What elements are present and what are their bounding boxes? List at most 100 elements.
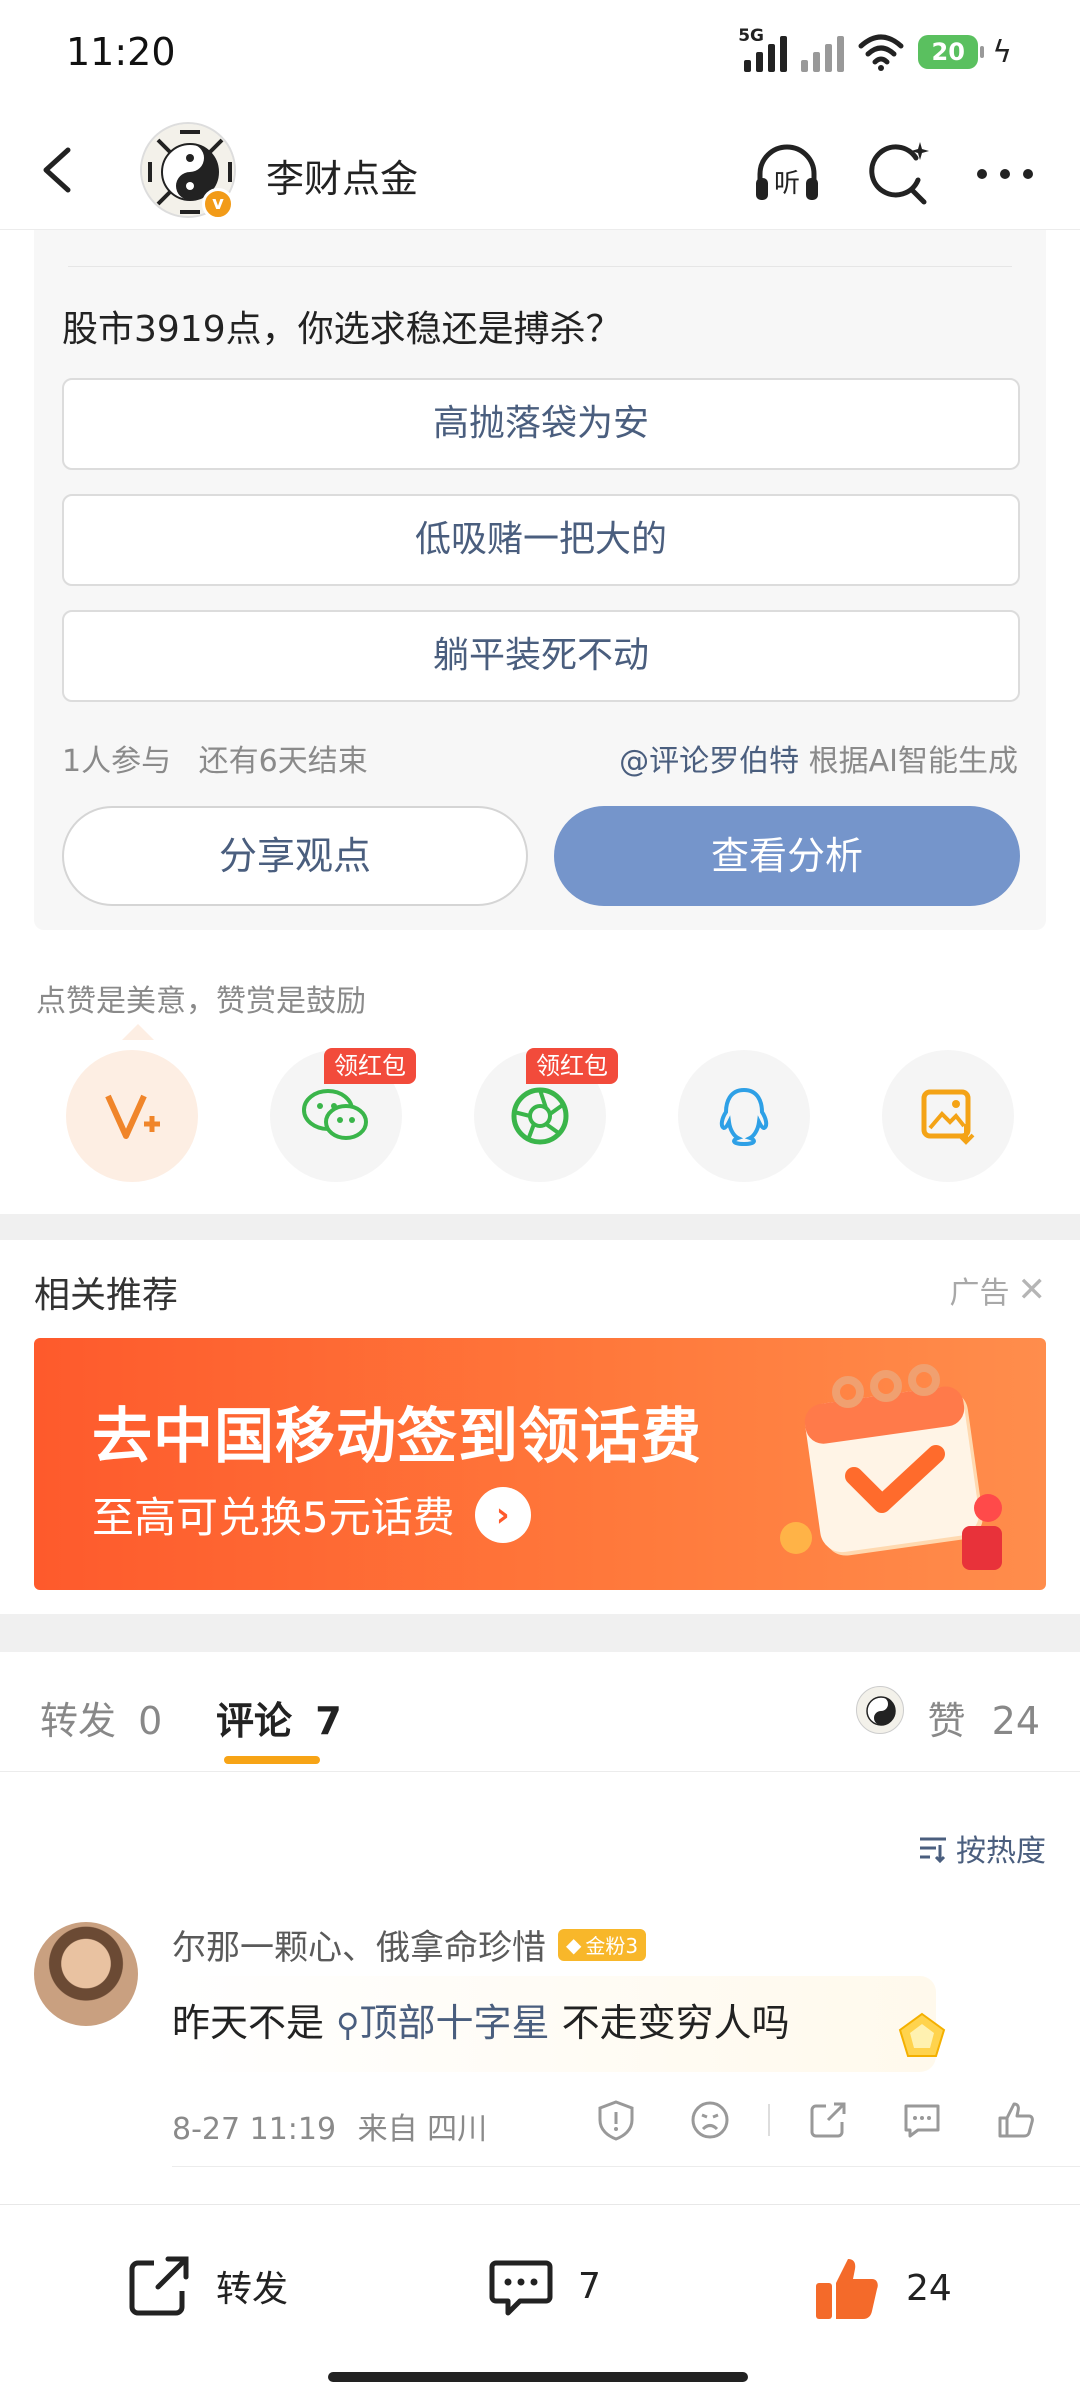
ai-note-text: 根据AI智能生成 (808, 744, 1018, 779)
poll-option-3[interactable]: 躺平装死不动 (62, 610, 1020, 702)
v-plus-reward-icon (105, 1094, 160, 1139)
reply-button[interactable] (898, 2096, 946, 2144)
share-arrow-icon (810, 2102, 846, 2138)
status-icons: 5G 20 ϟ (738, 26, 1012, 74)
secondary-signal-icon (801, 32, 845, 72)
share-qq-button[interactable] (678, 1050, 810, 1182)
comment-date: 8-27 11:19 (172, 2112, 337, 2147)
thumbs-up-filled-icon (816, 2259, 878, 2319)
comment-share-button[interactable] (804, 2096, 852, 2144)
ad-subline: 至高可兑换5元话费 › (92, 1484, 531, 1545)
report-button[interactable] (592, 2096, 640, 2144)
comment-text-after: 不走变穷人吗 (561, 2001, 790, 2045)
more-button[interactable] (968, 136, 1042, 210)
comment-bubble-icon (489, 2260, 553, 2316)
related-recommend-title: 相关推荐 (34, 1275, 179, 1316)
ad-banner[interactable]: 去中国移动签到领话费 至高可兑换5元话费 › (34, 1338, 1046, 1590)
share-opinion-button[interactable]: 分享观点 (62, 806, 528, 906)
wechat-icon (302, 1089, 368, 1140)
qq-icon (719, 1087, 769, 1147)
poll-card: 股市3919点，你选求稳还是搏杀？ 高抛落袋为安 低吸赌一把大的 躺平装死不动 … (34, 230, 1046, 930)
save-image-icon (921, 1089, 975, 1145)
poll-option-2[interactable]: 低吸赌一把大的 (62, 494, 1020, 586)
ad-headline: 去中国移动签到领话费 (92, 1402, 702, 1472)
liker-avatar[interactable] (856, 1686, 904, 1734)
reward-button[interactable] (66, 1050, 198, 1182)
tab-like[interactable]: 赞 24 (928, 1690, 1040, 1745)
verified-badge-icon: v (202, 188, 234, 220)
moments-icon (511, 1087, 569, 1145)
search-icon: ⚲ (336, 2006, 360, 2044)
status-bar: 11:20 5G 20 ϟ (0, 0, 1080, 110)
tab-repost-label: 转发 (40, 1699, 117, 1743)
network-type: 5G (738, 26, 764, 46)
home-indicator[interactable] (328, 2372, 748, 2382)
comment-topic-link[interactable]: ⚲顶部十字星 (336, 2001, 562, 2045)
comment-bubble-icon (904, 2104, 940, 2138)
page-title[interactable]: 李财点金 (266, 148, 418, 203)
moments-red-packet-badge: 领红包 (526, 1048, 618, 1084)
ad-subtext: 至高可兑换5元话费 (92, 1493, 455, 1542)
tab-repost[interactable]: 转发 0 (40, 1690, 162, 1745)
yin-yang-icon (866, 1696, 896, 1726)
poll-time-left: 还有6天结束 (198, 744, 368, 779)
tab-comment[interactable]: 评论 7 (216, 1690, 342, 1745)
save-image-button[interactable] (882, 1050, 1014, 1182)
view-analysis-button[interactable]: 查看分析 (554, 806, 1020, 906)
comment-like-button[interactable] (992, 2096, 1040, 2144)
poll-question: 股市3919点，你选求稳还是搏杀？ (62, 309, 622, 350)
bottom-repost-button[interactable]: 转发 (124, 2251, 288, 2321)
ai-mention-link[interactable]: @评论罗伯特 (619, 744, 799, 779)
sad-face-icon (691, 2101, 729, 2139)
comment-location: 来自 四川 (357, 2112, 488, 2147)
more-dots-icon (977, 169, 1033, 179)
search-button[interactable] (860, 136, 934, 210)
back-button[interactable] (30, 140, 90, 200)
bottom-action-bar: 转发 7 24 (0, 2204, 1080, 2400)
hint-pointer (122, 1024, 154, 1040)
section-divider (0, 1214, 1080, 1240)
thumbs-up-icon (998, 2102, 1034, 2138)
bottom-comment-button[interactable]: 7 (486, 2251, 601, 2321)
fan-badge: ◆ 金粉3 (558, 1928, 647, 1961)
sort-icon (920, 1837, 946, 1864)
search-sparkle-icon (869, 142, 929, 205)
tab-comment-count: 7 (315, 1699, 342, 1743)
poll-participants: 1人参与 (62, 744, 172, 779)
status-time: 11:20 (66, 30, 176, 74)
poll-divider (68, 266, 1012, 267)
charging-icon: ϟ (992, 34, 1012, 70)
poll-option-1[interactable]: 高抛落袋为安 (62, 378, 1020, 470)
comment-tabs: 转发 0 评论 7 赞 24 (0, 1652, 1080, 1772)
diamond-icon: ◆ (566, 1932, 582, 1957)
arrow-right-icon: › (474, 1486, 531, 1543)
commenter-name-row: 尔那一颗心、俄拿命珍惜 ◆ 金粉3 (172, 1920, 647, 1969)
poll-meta: 1人参与 还有6天结束 (62, 736, 368, 780)
comment-meta: 8-27 11:19 来自 四川 (172, 2104, 487, 2148)
sort-label: 按热度 (956, 1834, 1046, 1869)
dislike-button[interactable] (686, 2096, 734, 2144)
cellular-signal-icon: 5G (738, 26, 788, 72)
tab-repost-count: 0 (138, 1699, 163, 1743)
active-tab-indicator (224, 1756, 320, 1764)
fan-badge-text: 金粉3 (585, 1934, 639, 1958)
ad-label[interactable]: 广告 ✕ (950, 1268, 1047, 1312)
poll-ai-note: @评论罗伯特 根据AI智能生成 (619, 736, 1018, 780)
listen-button[interactable]: 听 (750, 136, 824, 210)
repost-icon (129, 2256, 189, 2316)
comment-text: 昨天不是 ⚲顶部十字星 不走变穷人吗 (172, 1992, 790, 2047)
wifi-icon (858, 34, 904, 71)
tab-like-count: 24 (991, 1699, 1040, 1743)
commenter-username[interactable]: 尔那一颗心、俄拿命珍惜 (172, 1920, 546, 1969)
sort-by-heat-button[interactable]: 按热度 (916, 1826, 1046, 1870)
tab-like-label: 赞 (927, 1699, 966, 1743)
action-separator (768, 2104, 770, 2136)
tab-comment-label: 评论 (216, 1699, 293, 1743)
comment-topic-text: 顶部十字星 (359, 2001, 550, 2045)
comment-divider (172, 2166, 1080, 2167)
shield-alert-icon (598, 2100, 634, 2141)
close-icon[interactable]: ✕ (1018, 1270, 1047, 1310)
commenter-avatar[interactable] (34, 1922, 138, 2026)
bottom-like-button[interactable]: 24 (810, 2251, 952, 2325)
calendar-check-icon (780, 1364, 1002, 1570)
